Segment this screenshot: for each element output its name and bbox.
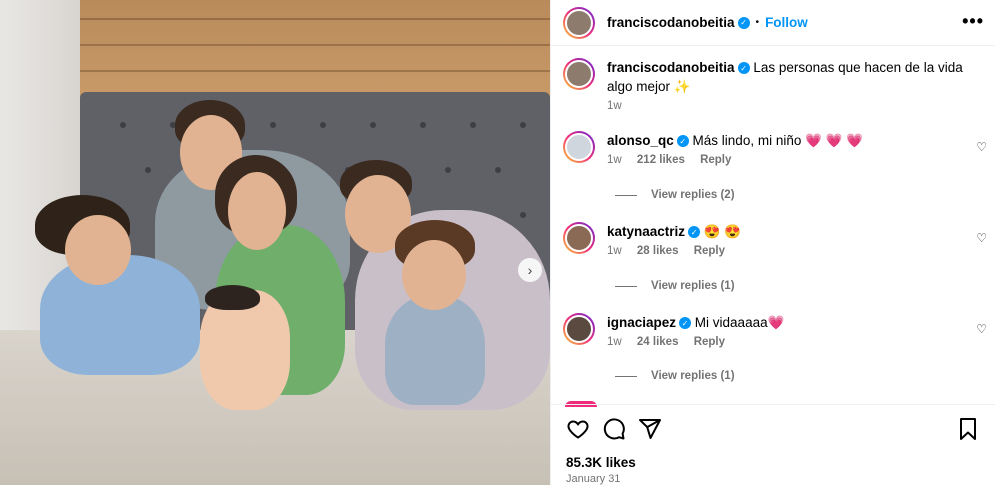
verified-badge-icon: ✓ [676, 135, 689, 148]
comment-item: alonso_qc ✓ Más lindo, mi niño 💗 💗 💗 1w 2… [563, 131, 983, 166]
bookmark-icon[interactable] [956, 417, 980, 441]
photo-toddler [385, 295, 485, 405]
comment-item: katynaactriz ✓ 😍 😍 1w 28 likes Reply [563, 222, 983, 257]
heart-emoji: 💗 💗 💗 [805, 133, 864, 148]
separator-dot: • [755, 17, 760, 28]
verified-badge-icon: ✓ [679, 317, 692, 330]
reply-button[interactable]: Reply [694, 336, 725, 348]
comment-time[interactable]: 1w [607, 154, 622, 166]
comment-username[interactable]: ignaciapez [607, 315, 676, 330]
caption-time[interactable]: 1w [607, 100, 622, 112]
heart-icon[interactable] [566, 417, 590, 441]
verified-badge-icon: ✓ [737, 62, 750, 75]
comment-time[interactable]: 1w [607, 245, 622, 257]
heart-emoji: 💗 [767, 315, 785, 330]
comment-text: Mi vidaaaaa [694, 315, 768, 330]
post-date[interactable]: January 31 [566, 473, 620, 485]
post-side-panel: franciscodanobeitia ✓ • Follow ••• franc… [550, 0, 995, 485]
caption-username[interactable]: franciscodanobeitia [607, 60, 735, 75]
photo-wood-plank [80, 18, 550, 20]
share-icon[interactable] [638, 417, 662, 441]
author-avatar[interactable] [563, 6, 595, 39]
view-replies-button[interactable]: View replies (2) [615, 189, 735, 201]
comment-text: Más lindo, mi niño [692, 133, 802, 148]
comment-like-heart-icon[interactable]: ♡ [976, 322, 987, 336]
post-header: franciscodanobeitia ✓ • Follow ••• [551, 0, 995, 46]
comment-time[interactable]: 1w [607, 336, 622, 348]
sparkles-emoji: ✨ [673, 79, 691, 94]
view-replies-button[interactable]: View replies (1) [615, 370, 735, 382]
more-options-icon[interactable]: ••• [962, 11, 984, 32]
view-replies-button[interactable]: View replies (1) [615, 280, 735, 292]
actions-divider [551, 404, 995, 405]
comment-item: ignaciapez ✓ Mi vidaaaaa💗 1w 24 likes Rep… [563, 313, 983, 348]
comment-username[interactable]: alonso_qc [607, 133, 674, 148]
commenter-avatar[interactable] [563, 131, 595, 163]
comment-likes[interactable]: 212 likes [637, 154, 685, 166]
post-photo[interactable]: › [0, 0, 550, 485]
chevron-right-icon: › [527, 262, 533, 278]
comment-like-heart-icon[interactable]: ♡ [976, 231, 987, 245]
commenter-avatar[interactable] [563, 313, 595, 345]
author-username[interactable]: franciscodanobeitia [607, 15, 735, 30]
carousel-next-button[interactable]: › [518, 258, 542, 282]
reply-button[interactable]: Reply [694, 245, 725, 257]
follow-button[interactable]: Follow [765, 15, 808, 30]
comment-likes[interactable]: 24 likes [637, 336, 679, 348]
post-actions [566, 417, 662, 441]
comment-like-heart-icon[interactable]: ♡ [976, 140, 987, 154]
commenter-avatar[interactable] [563, 222, 595, 254]
verified-badge-icon: ✓ [737, 16, 750, 29]
photo-wood-plank [80, 44, 550, 46]
reply-button[interactable]: Reply [700, 154, 731, 166]
comment-likes[interactable]: 28 likes [637, 245, 679, 257]
post-caption: franciscodanobeitia ✓ Las personas que ha… [563, 58, 983, 112]
heart-eyes-emoji: 😍 😍 [703, 224, 742, 239]
likes-count[interactable]: 85.3K likes [566, 455, 636, 470]
comment-icon[interactable] [602, 417, 626, 441]
comment-username[interactable]: katynaactriz [607, 224, 685, 239]
caption-author-avatar[interactable] [563, 58, 595, 90]
photo-wood-plank [80, 70, 550, 72]
verified-badge-icon: ✓ [688, 226, 701, 239]
